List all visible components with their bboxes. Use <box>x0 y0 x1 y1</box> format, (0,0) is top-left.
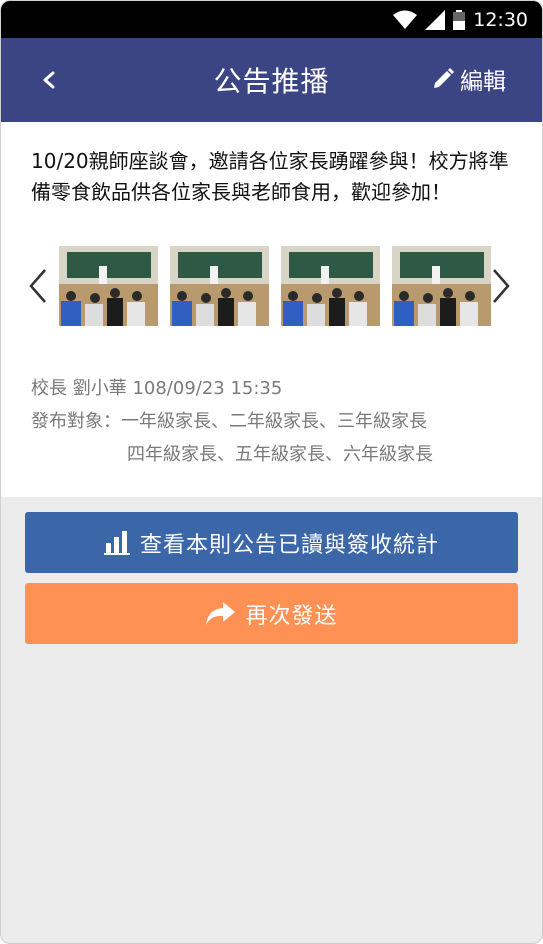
targets-line-2: 四年級家長、五年級家長、六年級家長 <box>127 444 433 465</box>
action-buttons: 查看本則公告已讀與簽收統計 再次發送 <box>1 497 542 644</box>
status-time: 12:30 <box>473 8 528 31</box>
photo-gallery <box>29 246 512 326</box>
resend-label: 再次發送 <box>245 603 338 629</box>
classroom-photo-1[interactable] <box>59 246 158 326</box>
phone-screen: 12:30 公告推播 編輯 10/20親師座談會，邀請各位家長踴躍參與！校方將準… <box>0 0 543 944</box>
classroom-photo-3[interactable] <box>281 246 380 326</box>
share-arrow-icon <box>206 601 236 625</box>
gallery-next-button[interactable] <box>490 266 512 306</box>
classroom-photo-2[interactable] <box>170 246 269 326</box>
announcement-message: 10/20親師座談會，邀請各位家長踴躍參與！校方將準備零食飲品供各位家長與老師食… <box>31 149 509 204</box>
read-stats-label: 查看本則公告已讀與簽收統計 <box>139 532 439 558</box>
announcement-card: 10/20親師座談會，邀請各位家長踴躍參與！校方將準備零食飲品供各位家長與老師食… <box>1 122 542 497</box>
edit-label: 編輯 <box>460 69 506 95</box>
targets-label: 發布對象： <box>31 411 121 432</box>
chevron-left-icon <box>29 269 46 303</box>
read-stats-button[interactable]: 查看本則公告已讀與簽收統計 <box>25 512 518 573</box>
back-icon <box>43 71 55 89</box>
status-bar: 12:30 <box>1 1 542 38</box>
back-button[interactable] <box>37 64 65 96</box>
wifi-icon <box>393 10 418 30</box>
announcement-meta: 校長 劉小華 108/09/23 15:35 發布對象： 一年級家長、二年級家長… <box>31 372 512 471</box>
classroom-photo-4[interactable] <box>392 246 491 326</box>
author-line: 校長 劉小華 108/09/23 15:35 <box>31 378 283 399</box>
battery-icon <box>453 9 466 30</box>
targets-line-1: 一年級家長、二年級家長、三年級家長 <box>121 411 427 432</box>
thumbnail-strip <box>59 246 491 326</box>
chevron-right-icon <box>493 269 510 303</box>
signal-icon <box>425 9 446 30</box>
edit-button[interactable]: 編輯 <box>432 62 506 96</box>
gallery-prev-button[interactable] <box>27 266 49 306</box>
bar-chart-icon <box>103 530 130 555</box>
resend-button[interactable]: 再次發送 <box>25 583 518 644</box>
app-bar: 公告推播 編輯 <box>1 38 542 122</box>
pencil-icon <box>434 68 454 88</box>
targets-row: 發布對象： 一年級家長、二年級家長、三年級家長 <box>31 405 512 438</box>
